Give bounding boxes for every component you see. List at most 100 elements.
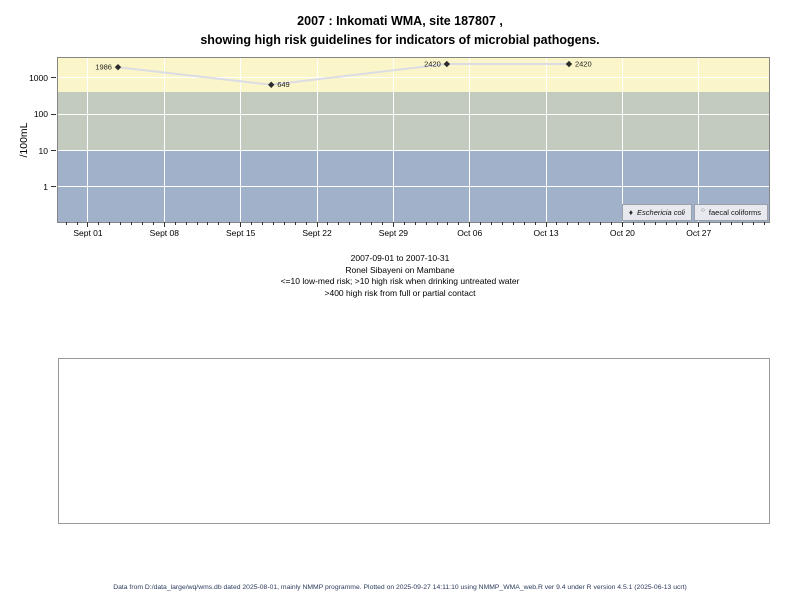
x-axis-labels: Sept 01 Sept 08 Sept 15 Sept 22 Sept 29 Oct 0…: [58, 228, 769, 240]
x-tick-label: Oct 13: [533, 228, 559, 238]
x-minor-tick: [305, 222, 307, 225]
x-minor-tick: [643, 222, 645, 225]
legend-label-eschericia-coli: Eschericia coli: [637, 208, 685, 217]
x-minor-tick: [447, 222, 449, 225]
x-minor-tick: [142, 222, 144, 225]
x-minor-tick: [65, 222, 67, 225]
x-minor-tick: [458, 222, 460, 225]
x-minor-tick: [730, 222, 732, 225]
x-minor-tick: [327, 222, 329, 225]
x-tick-label: Sept 22: [302, 228, 332, 238]
y-tick-label: 10: [38, 145, 48, 156]
x-minor-tick: [185, 222, 187, 225]
empty-second-panel: [58, 358, 770, 524]
chart-title-line2: showing high risk guidelines for indicat…: [200, 32, 600, 47]
x-minor-tick: [414, 222, 416, 225]
caption-site-operator: Ronel Sibayeni on Mambane: [345, 264, 455, 275]
x-minor-tick: [109, 222, 111, 225]
x-minor-tick: [720, 222, 722, 225]
x-minor-tick: [578, 222, 580, 225]
chart-caption: 2007-09-01 to 2007-10-31 Ronel Sibayeni …: [0, 253, 800, 299]
data-point-marker: [268, 81, 275, 88]
filled-diamond-icon: ♦: [628, 207, 634, 217]
x-minor-tick: [600, 222, 602, 225]
y-tick-label: 100: [33, 109, 48, 120]
x-minor-tick: [360, 222, 362, 225]
x-major-tick: [698, 222, 700, 227]
data-point-label: 2420: [575, 59, 592, 68]
caption-date-range: 2007-09-01 to 2007-10-31: [350, 253, 450, 263]
x-major-tick: [621, 222, 623, 227]
x-minor-tick: [556, 222, 558, 225]
x-minor-tick: [76, 222, 78, 225]
y-tick: [51, 186, 56, 188]
x-tick-label: Oct 20: [609, 228, 635, 238]
x-minor-tick: [349, 222, 351, 225]
legend: ♦ Eschericia coli ○ faecal coliforms: [621, 204, 768, 221]
x-minor-tick: [752, 222, 754, 225]
y-tick-label: 1: [43, 181, 48, 192]
x-minor-tick: [152, 222, 154, 225]
legend-label-faecal-coliforms: faecal coliforms: [708, 208, 761, 217]
x-tick-label: Sept 29: [378, 228, 409, 238]
x-minor-tick: [709, 222, 711, 225]
data-point-marker: [443, 60, 451, 68]
x-minor-tick: [120, 222, 122, 225]
x-minor-tick: [294, 222, 296, 225]
x-minor-tick: [131, 222, 133, 225]
data-point-label: 2420: [424, 59, 441, 68]
chart-title: 2007 : Inkomati WMA, site 187807 , showi…: [0, 12, 800, 49]
x-minor-tick: [687, 222, 689, 225]
x-tick-label: Sept 01: [73, 228, 103, 238]
legend-item-faecal-coliforms: ○ faecal coliforms: [693, 204, 768, 221]
x-minor-tick: [98, 222, 100, 225]
x-major-tick: [87, 222, 89, 227]
x-major-tick: [545, 222, 547, 227]
x-tick-label: Sept 08: [149, 228, 179, 238]
x-minor-tick: [371, 222, 373, 225]
x-minor-tick: [512, 222, 514, 225]
x-major-tick: [316, 222, 318, 227]
legend-item-eschericia-coli: ♦ Eschericia coli: [621, 204, 692, 221]
plot-area: 1986 649 2420 2420 ♦ Eschericia coli ○ faec…: [57, 57, 770, 223]
caption-risk-note-drinking: <=10 low-med risk; >10 high risk when dr…: [280, 276, 520, 286]
x-minor-tick: [491, 222, 493, 225]
x-minor-tick: [207, 222, 209, 225]
x-minor-tick: [676, 222, 678, 225]
x-tick-label: Sept 15: [226, 228, 256, 238]
x-minor-tick: [534, 222, 536, 225]
x-minor-tick: [338, 222, 340, 225]
x-minor-tick: [741, 222, 743, 225]
x-minor-tick: [501, 222, 503, 225]
y-tick-label: 1000: [29, 72, 48, 83]
x-minor-tick: [632, 222, 634, 225]
caption-risk-note-contact: >400 high risk from full or partial cont…: [324, 287, 476, 298]
data-point-marker: [114, 63, 122, 71]
x-minor-tick: [654, 222, 656, 225]
x-major-tick: [240, 222, 242, 227]
data-point-label: 649: [277, 80, 290, 89]
x-major-tick: [163, 222, 165, 227]
x-minor-tick: [283, 222, 285, 225]
data-point-marker: [565, 60, 573, 68]
x-minor-tick: [261, 222, 263, 225]
x-minor-tick: [251, 222, 253, 225]
x-tick-label: Oct 27: [686, 228, 712, 238]
x-major-tick: [469, 222, 471, 227]
x-minor-tick: [665, 222, 667, 225]
y-tick: [51, 150, 56, 152]
x-minor-tick: [523, 222, 525, 225]
data-point-label: 1986: [95, 63, 112, 72]
open-circle-icon: ○: [700, 206, 705, 214]
x-minor-tick: [567, 222, 569, 225]
series-line: [117, 63, 569, 86]
x-minor-tick: [403, 222, 405, 225]
x-minor-tick: [425, 222, 427, 225]
x-minor-tick: [611, 222, 612, 225]
y-tick: [51, 113, 56, 115]
x-minor-tick: [196, 222, 198, 225]
x-minor-tick: [218, 222, 220, 225]
y-tick: [51, 77, 56, 79]
footer-provenance-text: Data from D:/data_large/wq/wms.db dated …: [113, 584, 687, 591]
x-minor-tick: [381, 222, 383, 225]
